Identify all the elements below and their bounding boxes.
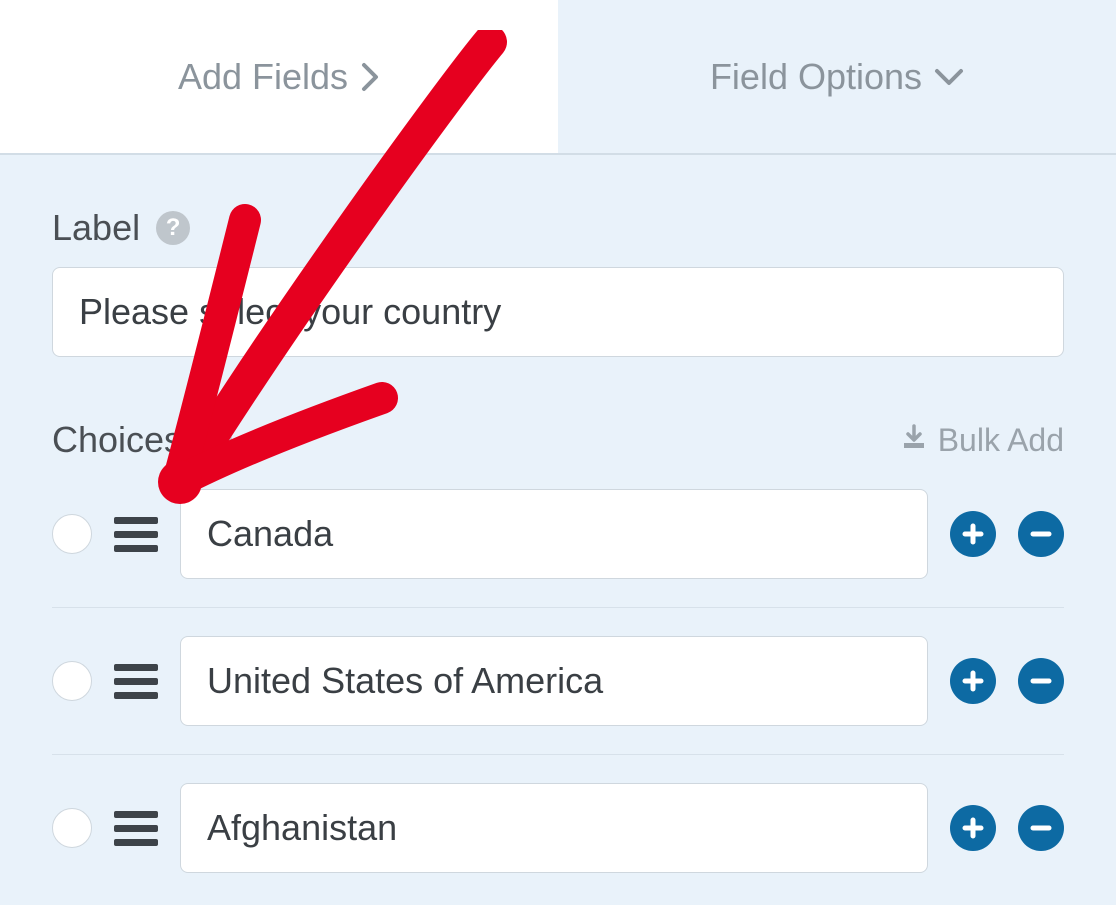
bulk-add-link[interactable]: Bulk Add <box>900 422 1064 459</box>
remove-choice-button[interactable] <box>1018 805 1064 851</box>
choices-section-title: Choices ? <box>52 419 232 461</box>
label-input[interactable] <box>52 267 1064 357</box>
label-section-title: Label ? <box>52 207 190 249</box>
remove-choice-button[interactable] <box>1018 658 1064 704</box>
choices-list <box>52 461 1064 901</box>
choice-row <box>52 755 1064 901</box>
drag-handle-icon[interactable] <box>114 664 158 699</box>
choice-input[interactable] <box>180 489 928 579</box>
choice-row <box>52 608 1064 755</box>
default-radio[interactable] <box>52 514 92 554</box>
field-options-panel: Label ? Choices ? Bulk Add <box>0 155 1116 901</box>
remove-choice-button[interactable] <box>1018 511 1064 557</box>
tabs-bar: Add Fields Field Options <box>0 0 1116 155</box>
default-radio[interactable] <box>52 661 92 701</box>
help-icon[interactable]: ? <box>156 211 190 245</box>
help-icon[interactable]: ? <box>198 423 232 457</box>
download-icon <box>900 422 928 459</box>
default-radio[interactable] <box>52 808 92 848</box>
chevron-right-icon <box>360 62 380 92</box>
label-text: Label <box>52 207 140 249</box>
chevron-down-icon <box>934 67 964 87</box>
add-choice-button[interactable] <box>950 658 996 704</box>
label-header-row: Label ? <box>52 207 1064 249</box>
choices-title-text: Choices <box>52 419 182 461</box>
tab-add-fields[interactable]: Add Fields <box>0 0 558 153</box>
choice-row <box>52 461 1064 608</box>
tab-field-options[interactable]: Field Options <box>558 0 1116 153</box>
bulk-add-label: Bulk Add <box>938 422 1064 459</box>
drag-handle-icon[interactable] <box>114 811 158 846</box>
tab-add-fields-label: Add Fields <box>178 56 348 98</box>
add-choice-button[interactable] <box>950 511 996 557</box>
choice-input[interactable] <box>180 636 928 726</box>
choice-input[interactable] <box>180 783 928 873</box>
add-choice-button[interactable] <box>950 805 996 851</box>
drag-handle-icon[interactable] <box>114 517 158 552</box>
choices-header-row: Choices ? Bulk Add <box>52 419 1064 461</box>
tab-field-options-label: Field Options <box>710 56 922 98</box>
